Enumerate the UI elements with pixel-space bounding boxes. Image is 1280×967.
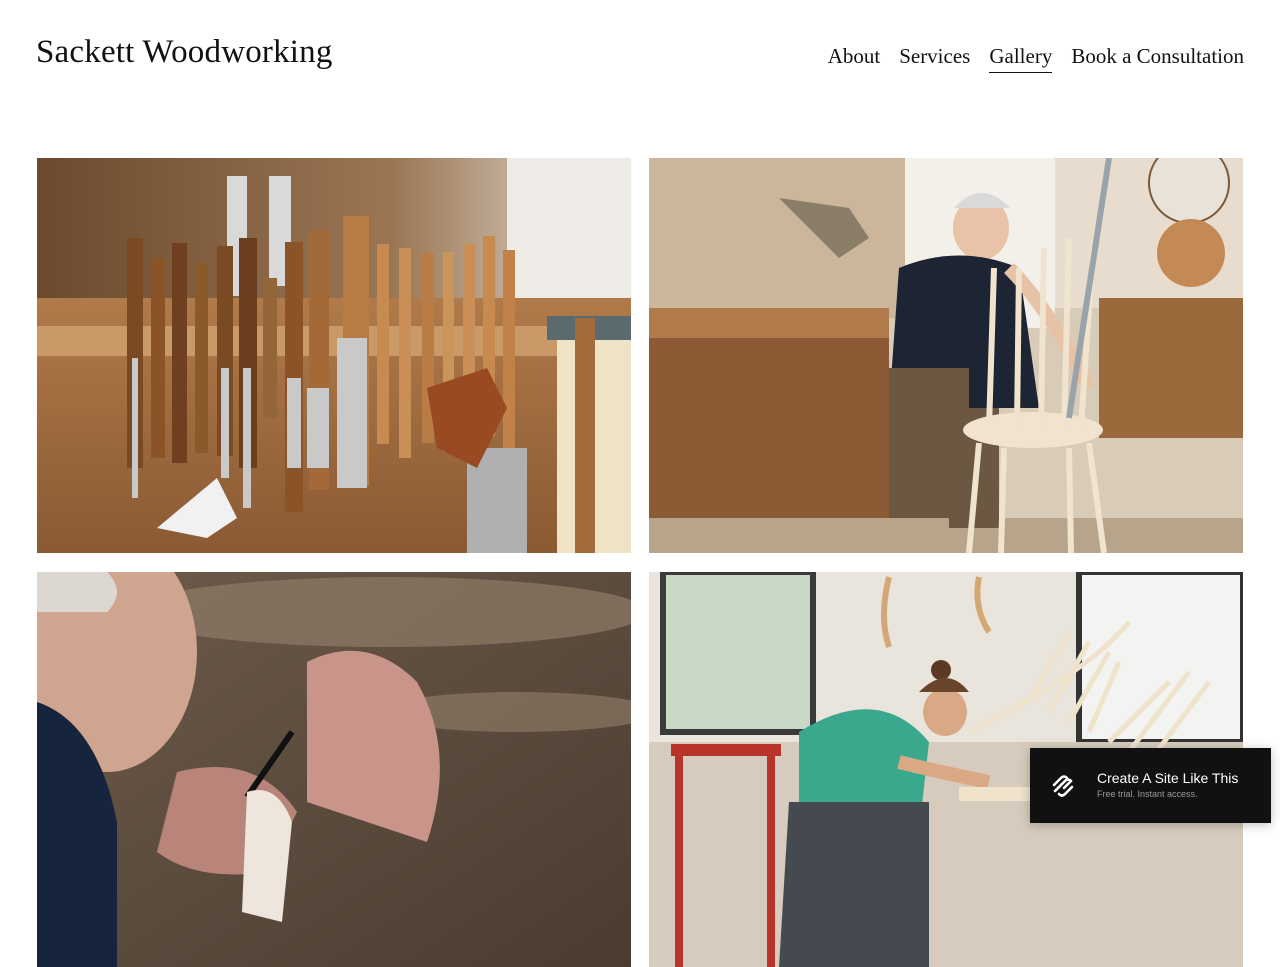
badge-subtitle: Free trial. Instant access.	[1097, 789, 1198, 799]
hands-carving-photo	[37, 572, 631, 967]
nav-about[interactable]: About	[828, 44, 881, 73]
nav-book-consultation[interactable]: Book a Consultation	[1071, 44, 1244, 73]
nav-gallery[interactable]: Gallery	[989, 44, 1053, 73]
gallery-image-chair-assembly[interactable]	[649, 158, 1243, 553]
nav-services[interactable]: Services	[899, 44, 970, 73]
squarespace-logo-icon	[1050, 773, 1076, 799]
chair-assembly-photo	[649, 158, 1243, 553]
gallery-image-tools[interactable]	[37, 158, 631, 553]
tools-photo	[37, 158, 631, 553]
badge-title: Create A Site Like This	[1097, 770, 1239, 786]
site-header: Sackett Woodworking About Services Galle…	[0, 0, 1280, 120]
create-site-badge[interactable]: Create A Site Like This Free trial. Inst…	[1030, 748, 1271, 823]
site-title[interactable]: Sackett Woodworking	[36, 34, 333, 71]
main-nav: About Services Gallery Book a Consultati…	[828, 44, 1244, 73]
gallery-image-hands-carving[interactable]	[37, 572, 631, 967]
